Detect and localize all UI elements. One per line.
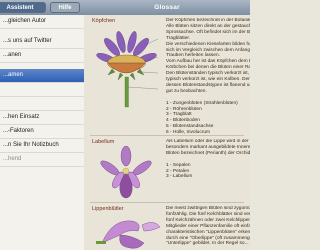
glossary-entry: Labellum Als Labellum oder die Lippe wir… xyxy=(84,136,250,202)
sidebar-item[interactable]: ...hen Einsatz xyxy=(0,111,84,125)
entry-text-line: Die verschiedenen Kieselarten bilden häu… xyxy=(166,41,250,47)
entry-text-line: Mitglieder einer Pflanzenfamilie oft ein… xyxy=(166,223,250,229)
sidebar-toolbar: Assistent Hilfe xyxy=(0,0,84,15)
sidebar-item[interactable]: ...n Sie Ihr Notizbuch xyxy=(0,139,84,153)
entry-text: Der Köpfchen bezeichnet in der Botanik e… xyxy=(166,18,250,136)
entry-text-line: fünf Kelchzähnen oder zwei Kelchlippen. … xyxy=(166,217,250,223)
help-segment-button[interactable]: Hilfe xyxy=(50,2,80,13)
entry-text: Die meist zwittrigen Blüten sind zygomor… xyxy=(166,206,250,247)
entry-text-line: Sprossachse. Oft befindet sich im der Ba… xyxy=(166,29,250,35)
entry-title: Lippenblütler xyxy=(92,206,124,212)
entry-text-line: 1 - Zungenblüten (Strahlenblüten) xyxy=(166,100,238,106)
flower-head-illustration xyxy=(96,31,159,108)
entry-title: Köpfchen xyxy=(92,18,116,24)
orchid-illustration xyxy=(100,146,152,199)
sidebar-item[interactable] xyxy=(0,97,84,111)
assistant-segment-button[interactable]: Assistent xyxy=(0,2,46,13)
sidebar-list: ...gleichen Autor ...s uns auf Twitter...… xyxy=(0,15,84,167)
entry-text-line: Blüten bezeichnet (Perianth) der Orchide… xyxy=(166,150,250,156)
sidebar-item[interactable]: ...-Faktoren xyxy=(0,125,84,139)
sidebar-item[interactable]: ...hend xyxy=(0,153,84,167)
entry-title: Labellum xyxy=(92,139,115,145)
sidebar-item[interactable]: ...amen xyxy=(0,69,84,83)
sidebar-item[interactable]: ...anen xyxy=(0,49,84,63)
entry-text-line: Alle Blüten sitzen direkt an der gestauc… xyxy=(166,23,250,29)
glossary-title: Glossar xyxy=(84,0,250,15)
entry-text-line: dessen Blütenstandstypen ist flanend und… xyxy=(166,82,250,88)
lipflower-illustration xyxy=(96,220,161,249)
entry-text-line: charakteristischen "Lippenblüten" erkenn… xyxy=(166,229,250,235)
entry-text-line: fünfzählig. Die fünf Kelchblätter sind v… xyxy=(166,211,250,217)
glossary-entry: Köpfchen Der Köpfchen bezeichnet in der … xyxy=(84,15,250,135)
entry-text-line: 3 - Labellum xyxy=(166,174,193,180)
glossary-entry: Lippenblütler Die meist zwittrigen Blüte… xyxy=(84,203,250,250)
entry-text-line: "Unterlippe" gebildet. In der Regel so..… xyxy=(166,241,249,247)
sidebar: Assistent Hilfe ...gleichen Autor ...s un… xyxy=(0,0,84,250)
sidebar-item[interactable]: ...s uns auf Twitter xyxy=(0,35,84,49)
glossary-panel: Glossar Köpfchen Der Köpfchen bezeichnet… xyxy=(84,0,250,250)
entry-text-line: besonders markant ausgebildete Innere P.… xyxy=(166,144,250,150)
sidebar-item[interactable]: ...gleichen Autor xyxy=(0,15,84,29)
entry-text: Als Labellum oder die Lippe wird in der … xyxy=(166,139,250,180)
sidebar-item[interactable] xyxy=(0,83,84,97)
